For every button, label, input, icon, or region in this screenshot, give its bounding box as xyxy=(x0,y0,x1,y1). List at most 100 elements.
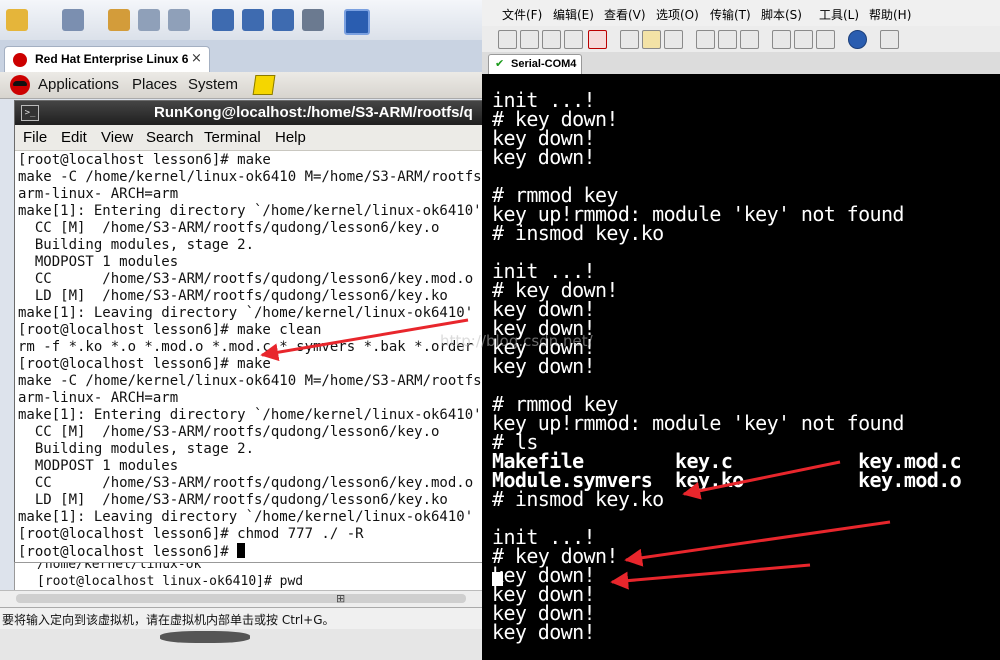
terminal-line: [root@localhost lesson6]# chmod 777 ./ -… xyxy=(18,526,364,542)
help-icon[interactable] xyxy=(848,30,867,49)
menu-applications[interactable]: Applications xyxy=(38,76,119,93)
terminal-window: >_ RunKong@localhost:/home/S3-ARM/rootfs… xyxy=(14,100,482,564)
taskbar-graphic xyxy=(160,631,250,643)
vmware-statusbar: 要将输入定向到该虚拟机，请在虚拟机内部单击或按 Ctrl+G。 xyxy=(0,607,482,630)
copy-icon[interactable] xyxy=(620,30,639,49)
terminal-line: CC [M] /home/S3-ARM/rootfs/qudong/lesson… xyxy=(18,424,440,440)
securecrt-window: 文件(F) 编辑(E) 查看(V) 选项(O) 传输(T) 脚本(S) 工具(L… xyxy=(482,0,1000,660)
terminal-icon: >_ xyxy=(21,105,39,121)
fullscreen-icon[interactable] xyxy=(272,9,294,31)
sidebar-icon[interactable] xyxy=(212,9,234,31)
terminal-line: make[1]: Leaving directory `/home/kernel… xyxy=(18,509,474,525)
terminal-menu-file[interactable]: File xyxy=(23,129,47,146)
terminal-line: arm-linux- ARCH=arm xyxy=(18,390,179,406)
keymap-icon[interactable] xyxy=(880,30,899,49)
watermark: http://blog.csdn.net/ xyxy=(440,332,593,350)
terminal-menu-edit[interactable]: Edit xyxy=(61,129,87,146)
terminal-titlebar: >_ RunKong@localhost:/home/S3-ARM/rootfs… xyxy=(15,101,482,125)
terminal-line: make -C /home/kernel/linux-ok6410 M=/hom… xyxy=(18,373,482,389)
snapshot-icon[interactable] xyxy=(108,9,130,31)
terminal-line: [root@localhost lesson6]# make clean xyxy=(18,322,322,338)
status-hint: 要将输入定向到该虚拟机，请在虚拟机内部单击或按 Ctrl+G。 xyxy=(2,613,335,627)
terminal-cursor xyxy=(237,543,246,558)
terminal-line: arm-linux- ARCH=arm xyxy=(18,186,179,202)
thumbnail-icon[interactable] xyxy=(242,9,264,31)
terminal-line: make[1]: Leaving directory `/home/kernel… xyxy=(18,305,474,321)
vm-tab-rhel[interactable]: Red Hat Enterprise Linux 6 × xyxy=(4,46,210,73)
crt-cursor xyxy=(492,572,503,586)
terminal-menu-help[interactable]: Help xyxy=(275,129,306,146)
terminal-line: make[1]: Entering directory `/home/kerne… xyxy=(18,407,482,423)
crt-tabbar: ✔ Serial-COM4 xyxy=(482,52,1000,75)
global-options-icon[interactable] xyxy=(794,30,813,49)
crt-terminal-output[interactable]: init ...! # key down! key down! key down! # … xyxy=(482,74,1000,660)
background-terminal-line: [root@localhost linux-ok6410]# pwd xyxy=(37,574,304,589)
snapshot-manager-icon[interactable] xyxy=(168,9,190,31)
terminal-output[interactable]: [root@localhost lesson6]# make make -C /… xyxy=(15,151,482,563)
terminal-line: make -C /home/kernel/linux-ok6410 M=/hom… xyxy=(18,169,482,185)
terminal-line: [root@localhost lesson6]# make xyxy=(18,152,271,168)
terminal-prompt: [root@localhost lesson6]# xyxy=(18,544,238,560)
terminal-line: [root@localhost lesson6]# make xyxy=(18,356,271,372)
terminal-line: Building modules, stage 2. xyxy=(18,441,255,457)
terminal-line: CC /home/S3-ARM/rootfs/qudong/lesson6/ke… xyxy=(18,475,474,491)
print-icon[interactable] xyxy=(696,30,715,49)
crt-menu-tools[interactable]: 工具(L) xyxy=(819,6,859,23)
tab-close-icon[interactable]: × xyxy=(191,51,202,66)
terminal-line: Building modules, stage 2. xyxy=(18,237,255,253)
find-icon[interactable] xyxy=(664,30,683,49)
connect-icon[interactable] xyxy=(498,30,517,49)
console-view-icon[interactable] xyxy=(344,9,370,35)
crt-menu-file[interactable]: 文件(F) xyxy=(502,6,542,23)
paste-icon[interactable] xyxy=(642,30,661,49)
terminal-line: rm -f *.ko *.o *.mod.o *.mod.c *.symvers… xyxy=(18,339,474,355)
terminal-line: CC /home/S3-ARM/rootfs/qudong/lesson6/ke… xyxy=(18,271,474,287)
crt-tab-serial-com4[interactable]: ✔ Serial-COM4 xyxy=(488,54,582,75)
terminal-line: make[1]: Entering directory `/home/kerne… xyxy=(18,203,482,219)
crt-line: key down! xyxy=(492,354,596,378)
sftp-icon[interactable] xyxy=(816,30,835,49)
terminal-title: RunKong@localhost:/home/S3-ARM/rootfs/q xyxy=(154,104,473,121)
crt-menu-transfer[interactable]: 传输(T) xyxy=(710,6,751,23)
menu-system[interactable]: System xyxy=(188,76,238,93)
crt-menu-help[interactable]: 帮助(H) xyxy=(869,6,911,23)
vm-tab-label: Red Hat Enterprise Linux 6 xyxy=(35,52,189,66)
connect-tab-icon[interactable] xyxy=(542,30,561,49)
crt-tab-label: Serial-COM4 xyxy=(511,58,577,70)
unity-icon[interactable] xyxy=(302,9,324,31)
vmware-tabbar: Red Hat Enterprise Linux 6 × xyxy=(0,40,482,73)
disconnect-icon[interactable] xyxy=(588,30,607,49)
crt-line: key up!rmmod: module 'key' not found xyxy=(492,411,904,435)
terminal-menu-terminal[interactable]: Terminal xyxy=(204,129,261,146)
notes-icon[interactable] xyxy=(252,75,276,95)
crt-line: # insmod key.ko xyxy=(492,221,664,245)
print-selection-icon[interactable] xyxy=(718,30,737,49)
terminal-menu-search[interactable]: Search xyxy=(146,129,194,146)
menu-places[interactable]: Places xyxy=(132,76,177,93)
reconnect-icon[interactable] xyxy=(564,30,583,49)
terminal-line: MODPOST 1 modules xyxy=(18,254,179,270)
session-options-icon[interactable] xyxy=(772,30,791,49)
crt-line: key down! xyxy=(492,620,596,644)
pause-icon[interactable] xyxy=(6,9,28,31)
crt-menu-script[interactable]: 脚本(S) xyxy=(761,6,802,23)
crt-menu-view[interactable]: 查看(V) xyxy=(604,6,646,23)
crt-menubar: 文件(F) 编辑(E) 查看(V) 选项(O) 传输(T) 脚本(S) 工具(L… xyxy=(482,0,1000,27)
library-icon[interactable] xyxy=(62,9,84,31)
crt-line: # insmod key.ko xyxy=(492,487,664,511)
horizontal-scrollbar[interactable]: ⊞ xyxy=(0,590,482,607)
printer-icon[interactable] xyxy=(740,30,759,49)
terminal-prompt-line: [root@localhost lesson6]# xyxy=(18,543,246,560)
revert-icon[interactable] xyxy=(138,9,160,31)
gnome-panel: Applications Places System xyxy=(0,72,482,99)
vmware-bottom-area xyxy=(0,629,482,660)
terminal-menu-view[interactable]: View xyxy=(101,129,133,146)
redhat-tab-icon xyxy=(13,53,27,67)
quick-connect-icon[interactable] xyxy=(520,30,539,49)
crt-toolbar xyxy=(482,26,1000,53)
connected-check-icon: ✔ xyxy=(495,57,505,70)
scrollbar-thumb[interactable] xyxy=(16,594,466,603)
crt-menu-options[interactable]: 选项(O) xyxy=(656,6,699,23)
background-terminal: /home/kernel/linux-ok [root@localhost li… xyxy=(14,562,482,592)
crt-menu-edit[interactable]: 编辑(E) xyxy=(553,6,594,23)
